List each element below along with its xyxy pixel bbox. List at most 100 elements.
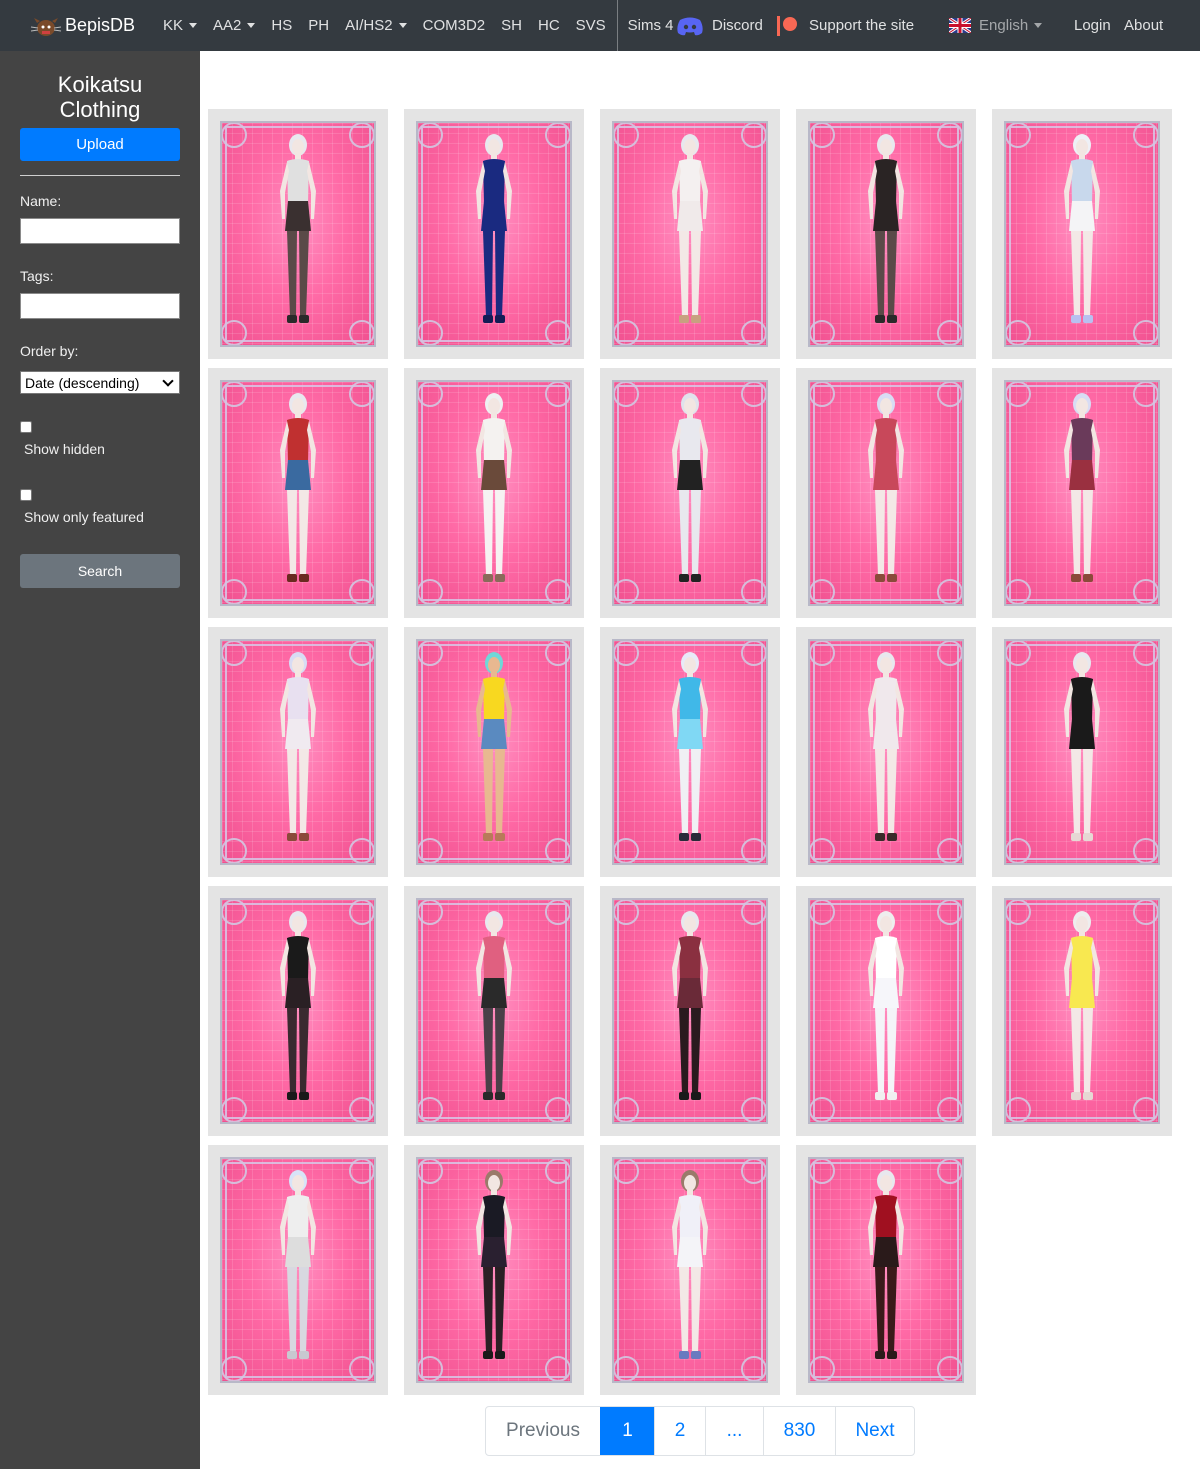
search-button[interactable]: Search	[20, 554, 180, 588]
nav-aa2[interactable]: AA2	[205, 0, 263, 51]
nav-hs-label: HS	[271, 17, 293, 34]
frame-ornament	[1133, 900, 1158, 925]
card-thumbnail	[1004, 639, 1160, 865]
uk-flag-icon	[949, 18, 971, 33]
frame-ornament	[614, 579, 639, 604]
nav-sims4[interactable]: Sims 4	[620, 0, 682, 51]
nav-ai-hs2[interactable]: AI/HS2	[337, 0, 415, 51]
brand-link[interactable]: BepisDB	[30, 15, 135, 37]
frame-ornament	[1006, 1097, 1031, 1122]
previous-page-button[interactable]: Previous	[486, 1407, 600, 1455]
frame-ornament	[418, 382, 443, 407]
clothing-card[interactable]	[208, 109, 388, 359]
frame-ornament	[937, 1356, 962, 1381]
clothing-card[interactable]	[796, 886, 976, 1136]
show-featured-checkbox[interactable]	[20, 489, 32, 501]
clothing-card[interactable]	[600, 368, 780, 618]
character-figure	[1064, 652, 1100, 841]
next-page-button[interactable]: Next	[835, 1407, 914, 1455]
nav-kk[interactable]: KK	[155, 0, 205, 51]
frame-ornament	[1006, 579, 1031, 604]
character-figure	[672, 911, 708, 1100]
page-830-button[interactable]: 830	[763, 1407, 835, 1455]
character-figure	[868, 1170, 904, 1359]
nav-ph-label: PH	[308, 17, 330, 34]
about-link[interactable]: About	[1124, 0, 1163, 51]
clothing-card[interactable]	[992, 886, 1172, 1136]
clothing-card[interactable]	[992, 109, 1172, 359]
character-figure	[476, 134, 512, 323]
frame-ornament	[1133, 838, 1158, 863]
nav-hc[interactable]: HC	[530, 0, 568, 51]
clothing-card[interactable]	[600, 886, 780, 1136]
frame-ornament	[545, 1356, 570, 1381]
language-dropdown[interactable]: English	[949, 0, 1043, 51]
page-1-button[interactable]: 1	[600, 1407, 654, 1455]
nav-hs[interactable]: HS	[263, 0, 300, 51]
character-figure	[280, 652, 316, 841]
clothing-card[interactable]	[404, 627, 584, 877]
card-thumbnail	[1004, 380, 1160, 606]
frame-ornament	[614, 900, 639, 925]
frame-ornament	[614, 641, 639, 666]
clothing-card[interactable]	[404, 886, 584, 1136]
clothing-card[interactable]	[992, 368, 1172, 618]
clothing-card[interactable]	[404, 109, 584, 359]
card-thumbnail	[1004, 898, 1160, 1124]
frame-ornament	[741, 1097, 766, 1122]
frame-ornament	[1133, 1097, 1158, 1122]
discord-link[interactable]: Discord	[676, 0, 763, 51]
support-link[interactable]: Support the site	[777, 0, 914, 51]
clothing-card[interactable]	[796, 109, 976, 359]
nav-ph[interactable]: PH	[300, 0, 337, 51]
card-thumbnail	[220, 380, 376, 606]
frame-ornament	[1133, 579, 1158, 604]
show-hidden-checkbox[interactable]	[20, 421, 32, 433]
frame-ornament	[937, 382, 962, 407]
upload-button[interactable]: Upload	[20, 128, 180, 161]
nav-com3d2[interactable]: COM3D2	[415, 0, 494, 51]
clothing-card[interactable]	[404, 1145, 584, 1395]
character-figure	[672, 1170, 708, 1359]
clothing-card[interactable]	[208, 1145, 388, 1395]
clothing-card[interactable]	[208, 368, 388, 618]
frame-ornament	[741, 1159, 766, 1184]
card-thumbnail	[612, 639, 768, 865]
clothing-card[interactable]	[600, 109, 780, 359]
tags-input[interactable]	[20, 293, 180, 319]
show-hidden-label: Show hidden	[24, 441, 105, 457]
frame-ornament	[545, 1097, 570, 1122]
character-figure	[868, 911, 904, 1100]
frame-ornament	[1006, 838, 1031, 863]
frame-ornament	[349, 1356, 374, 1381]
frame-ornament	[349, 123, 374, 148]
nav-svs[interactable]: SVS	[568, 0, 614, 51]
order-select[interactable]: Date (descending)	[20, 371, 180, 394]
clothing-card[interactable]	[404, 368, 584, 618]
page-title: Koikatsu Clothing	[57, 72, 143, 122]
sidebar: Koikatsu Clothing Upload Name: Tags: Ord…	[0, 51, 200, 1469]
frame-ornament	[741, 900, 766, 925]
clothing-card[interactable]	[992, 627, 1172, 877]
clothing-card[interactable]	[796, 368, 976, 618]
frame-ornament	[810, 123, 835, 148]
nav-sh[interactable]: SH	[493, 0, 530, 51]
login-link[interactable]: Login	[1074, 0, 1111, 51]
frame-ornament	[1006, 641, 1031, 666]
clothing-card[interactable]	[208, 627, 388, 877]
clothing-card[interactable]	[600, 1145, 780, 1395]
name-input[interactable]	[20, 218, 180, 244]
character-figure	[280, 1170, 316, 1359]
character-figure	[476, 1170, 512, 1359]
clothing-card[interactable]	[796, 627, 976, 877]
frame-ornament	[349, 641, 374, 666]
page-2-button[interactable]: 2	[654, 1407, 705, 1455]
clothing-card[interactable]	[796, 1145, 976, 1395]
frame-ornament	[418, 900, 443, 925]
language-label: English	[979, 17, 1029, 34]
clothing-card[interactable]	[600, 627, 780, 877]
card-thumbnail	[808, 380, 964, 606]
clothing-card[interactable]	[208, 886, 388, 1136]
frame-ornament	[614, 320, 639, 345]
frame-ornament	[545, 838, 570, 863]
